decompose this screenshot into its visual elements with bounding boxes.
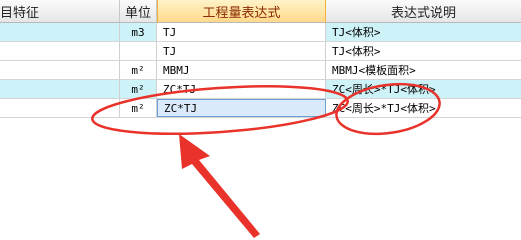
annotation-overlay: [91, 82, 441, 238]
annotation-ellipse-right: [335, 82, 441, 136]
annotation-arrow-icon: [179, 134, 260, 238]
annotation-ellipse-left: [91, 85, 349, 135]
